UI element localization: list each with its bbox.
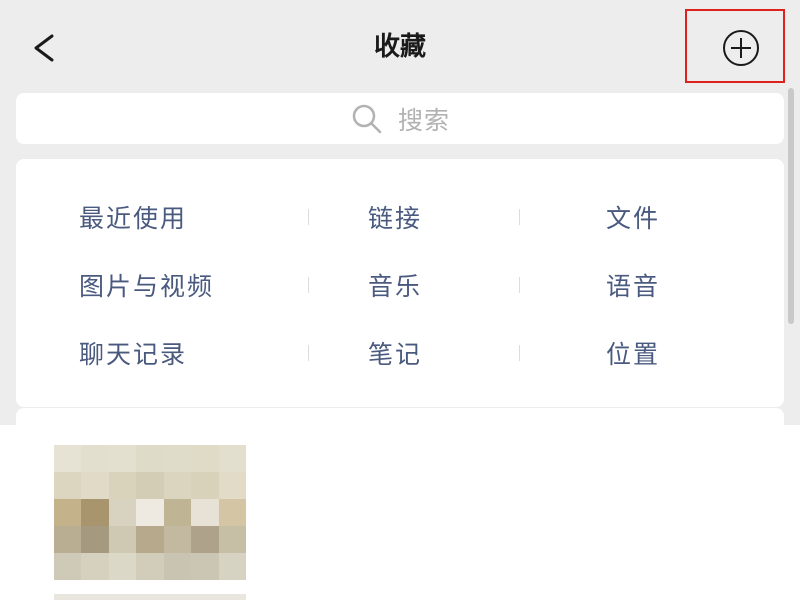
- thumbnail-pixel: [136, 472, 164, 499]
- thumbnail-pixel: [191, 499, 219, 526]
- divider: [308, 345, 309, 361]
- category-location[interactable]: 位置: [606, 335, 660, 371]
- thumbnail-pixel: [191, 445, 219, 472]
- thumbnail-pixel: [218, 526, 246, 553]
- category-voice[interactable]: 语音: [606, 267, 660, 303]
- search-inner: 搜索: [16, 93, 784, 144]
- thumbnail-pixel: [81, 499, 109, 526]
- thumbnail-pixel: [163, 445, 192, 472]
- thumbnail-pixel: [136, 526, 164, 553]
- scrollbar[interactable]: [788, 88, 794, 324]
- search-placeholder: 搜索: [397, 105, 450, 135]
- thumbnail-pixel: [191, 553, 219, 580]
- next-thumbnail-edge: [54, 594, 246, 600]
- category-photos-videos[interactable]: 图片与视频: [79, 267, 214, 303]
- thumbnail-pixel: [136, 445, 164, 472]
- category-files[interactable]: 文件: [606, 199, 660, 235]
- category-grid: 最近使用 链接 文件 图片与视频 音乐 语音 聊天记录 笔记 位置: [16, 159, 784, 407]
- divider: [519, 277, 520, 293]
- thumbnail-pixel: [54, 526, 82, 553]
- thumbnail-pixel: [108, 445, 137, 472]
- thumbnail-pixel: [81, 553, 109, 580]
- thumbnail-pixel: [81, 472, 109, 499]
- thumbnail-pixel: [108, 553, 137, 580]
- divider: [519, 209, 520, 225]
- thumbnail-pixel: [54, 499, 82, 526]
- divider: [308, 277, 309, 293]
- thumbnail-pixel: [163, 553, 192, 580]
- thumbnail-pixel: [136, 499, 164, 526]
- thumbnail-pixel: [108, 526, 137, 553]
- highlight-box: [685, 9, 785, 83]
- thumbnail-pixel: [81, 526, 109, 553]
- thumbnail-pixel: [54, 472, 82, 499]
- thumbnail-pixel: [218, 499, 246, 526]
- favorite-thumbnail[interactable]: [54, 445, 246, 580]
- thumbnail-pixel: [163, 472, 192, 499]
- thumbnail-pixel: [54, 445, 82, 472]
- category-notes[interactable]: 笔记: [368, 335, 422, 371]
- thumbnail-pixel: [218, 472, 246, 499]
- category-music[interactable]: 音乐: [368, 267, 422, 303]
- search-icon: [352, 104, 382, 133]
- search-input[interactable]: 搜索: [16, 93, 784, 144]
- top-bar: 收藏: [0, 0, 800, 92]
- thumbnail-pixel: [108, 472, 137, 499]
- divider: [308, 209, 309, 225]
- divider: [519, 345, 520, 361]
- thumbnail-pixel: [191, 526, 219, 553]
- category-chat-history[interactable]: 聊天记录: [79, 335, 187, 371]
- thumbnail-pixel: [218, 445, 246, 472]
- thumbnail-pixel: [136, 553, 164, 580]
- page-title: 收藏: [373, 32, 426, 62]
- thumbnail-pixel: [54, 553, 82, 580]
- thumbnail-pixel: [191, 472, 219, 499]
- thumbnail-pixel: [218, 553, 246, 580]
- thumbnail-pixel: [81, 445, 109, 472]
- thumbnail-pixel: [163, 526, 192, 553]
- thumbnail-pixel: [163, 499, 192, 526]
- category-recent[interactable]: 最近使用: [79, 199, 187, 235]
- thumbnail-pixel: [108, 499, 137, 526]
- category-links[interactable]: 链接: [368, 199, 422, 235]
